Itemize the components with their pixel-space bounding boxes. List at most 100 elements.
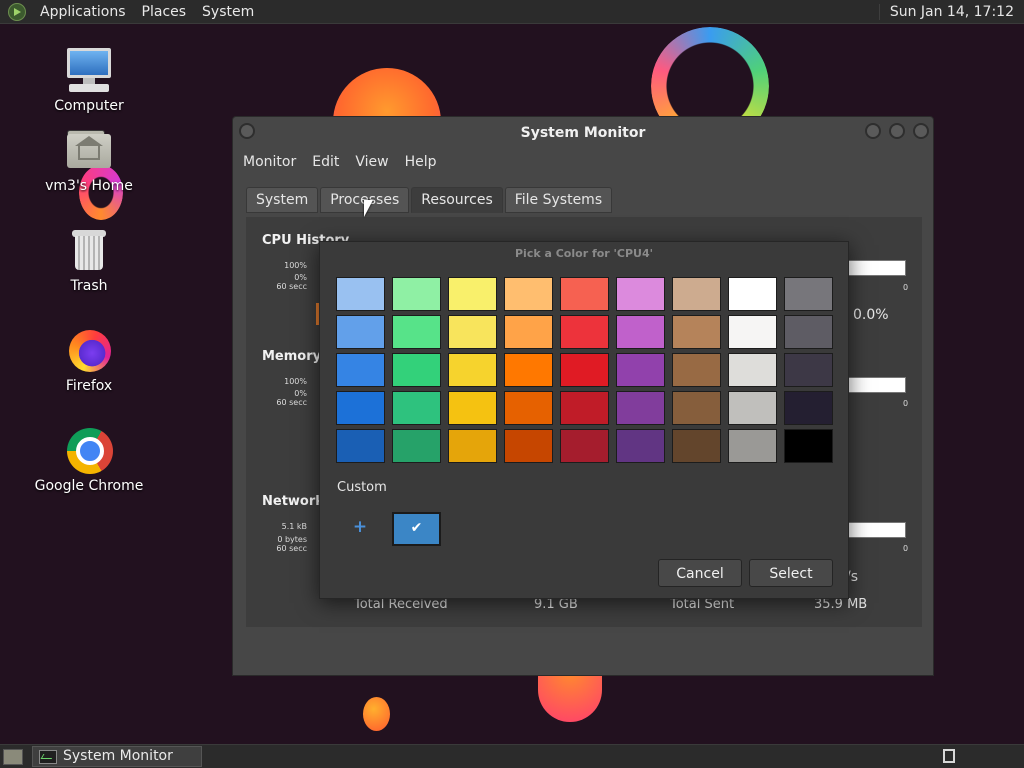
taskbar-item-label: System Monitor xyxy=(63,748,173,764)
applications-menu[interactable]: Applications xyxy=(32,4,134,20)
color-swatch[interactable] xyxy=(560,315,609,349)
color-swatch[interactable] xyxy=(784,391,833,425)
color-swatch[interactable] xyxy=(504,429,553,463)
custom-colors-label: Custom xyxy=(337,480,387,495)
color-swatch[interactable] xyxy=(560,429,609,463)
color-swatch[interactable] xyxy=(336,315,385,349)
select-button[interactable]: Select xyxy=(749,559,833,587)
maximize-icon[interactable] xyxy=(889,123,905,139)
window-titlebar[interactable]: System Monitor xyxy=(233,117,933,149)
mem-axis-min: 0% xyxy=(294,389,307,398)
trash-applet-icon[interactable] xyxy=(943,749,955,763)
system-menu[interactable]: System xyxy=(194,4,262,20)
color-swatch[interactable] xyxy=(672,315,721,349)
window-title: System Monitor xyxy=(520,125,646,141)
mem-axis-time: 60 secc xyxy=(276,398,307,407)
distro-logo-icon[interactable] xyxy=(8,2,26,21)
tab-file-systems[interactable]: File Systems xyxy=(504,187,613,213)
color-swatch[interactable] xyxy=(672,429,721,463)
tab-system[interactable]: System xyxy=(246,187,319,213)
home-folder-icon xyxy=(65,126,113,174)
color-swatch[interactable] xyxy=(784,277,833,311)
memory-graph-zero: 0 xyxy=(903,399,909,408)
top-panel: Applications Places System Sun Jan 14, 1… xyxy=(0,0,1024,24)
mouse-cursor-icon xyxy=(364,200,373,217)
color-swatch[interactable] xyxy=(392,429,441,463)
minimize-icon[interactable] xyxy=(865,123,881,139)
color-swatch[interactable] xyxy=(392,277,441,311)
color-swatch[interactable] xyxy=(672,277,721,311)
add-custom-color-button[interactable]: + xyxy=(351,518,369,536)
color-swatch[interactable] xyxy=(784,429,833,463)
network-graph-zero: 0 xyxy=(903,544,909,553)
color-swatch[interactable] xyxy=(504,391,553,425)
clock[interactable]: Sun Jan 14, 17:12 xyxy=(878,3,1024,20)
color-swatch[interactable] xyxy=(728,277,777,311)
color-swatch[interactable] xyxy=(336,391,385,425)
cancel-button[interactable]: Cancel xyxy=(658,559,742,587)
color-swatch[interactable] xyxy=(448,391,497,425)
color-swatch[interactable] xyxy=(448,315,497,349)
color-swatch[interactable] xyxy=(336,429,385,463)
cpu-graph-zero: 0 xyxy=(903,283,909,292)
color-swatch[interactable] xyxy=(560,277,609,311)
taskbar-item-system-monitor[interactable]: System Monitor xyxy=(32,746,202,767)
checkmark-icon: ✔ xyxy=(410,520,423,536)
tab-resources[interactable]: Resources xyxy=(411,187,503,213)
color-swatch[interactable] xyxy=(672,353,721,387)
color-swatch[interactable] xyxy=(392,391,441,425)
color-swatch[interactable] xyxy=(448,353,497,387)
color-swatch[interactable] xyxy=(728,391,777,425)
network-graph xyxy=(846,522,906,538)
custom-color-swatch[interactable]: ✔ xyxy=(392,512,441,546)
color-swatch[interactable] xyxy=(616,391,665,425)
color-swatch[interactable] xyxy=(728,429,777,463)
bottom-panel: System Monitor xyxy=(0,744,1024,768)
menu-view[interactable]: View xyxy=(347,154,396,170)
desktop-icon-firefox[interactable]: Firefox xyxy=(34,326,144,394)
desktop-icon-trash[interactable]: Trash xyxy=(34,226,144,294)
memory-graph xyxy=(846,377,906,393)
color-swatch[interactable] xyxy=(784,315,833,349)
cpu-axis-time: 60 secc xyxy=(276,282,307,291)
color-swatch[interactable] xyxy=(504,277,553,311)
total-received-label: Total Received xyxy=(354,597,448,612)
firefox-icon xyxy=(65,326,113,374)
color-swatch[interactable] xyxy=(336,277,385,311)
color-swatch[interactable] xyxy=(504,353,553,387)
close-icon[interactable] xyxy=(913,123,929,139)
color-swatch[interactable] xyxy=(616,429,665,463)
desktop-icon-computer[interactable]: Computer xyxy=(34,46,144,114)
window-menu-icon[interactable] xyxy=(239,123,255,139)
color-swatch[interactable] xyxy=(728,315,777,349)
color-swatch[interactable] xyxy=(448,277,497,311)
color-swatch[interactable] xyxy=(392,315,441,349)
desktop-icon-chrome[interactable]: Google Chrome xyxy=(34,426,144,494)
color-swatch[interactable] xyxy=(616,315,665,349)
color-swatch[interactable] xyxy=(560,353,609,387)
trash-icon xyxy=(65,226,113,274)
cpu-usage-value: 0.0% xyxy=(853,307,889,323)
color-swatch[interactable] xyxy=(672,391,721,425)
wallpaper-bottom-blob xyxy=(538,672,602,722)
color-swatch[interactable] xyxy=(392,353,441,387)
desktop-icon-home[interactable]: vm3's Home xyxy=(34,126,144,194)
color-swatch[interactable] xyxy=(560,391,609,425)
color-swatch[interactable] xyxy=(728,353,777,387)
menu-monitor[interactable]: Monitor xyxy=(235,154,304,170)
places-menu[interactable]: Places xyxy=(134,4,195,20)
computer-icon xyxy=(65,46,113,94)
color-swatch[interactable] xyxy=(336,353,385,387)
menu-edit[interactable]: Edit xyxy=(304,154,347,170)
color-swatch[interactable] xyxy=(504,315,553,349)
color-swatch[interactable] xyxy=(784,353,833,387)
cpu-graph xyxy=(846,260,906,276)
color-swatch[interactable] xyxy=(448,429,497,463)
color-swatch[interactable] xyxy=(616,277,665,311)
menu-help[interactable]: Help xyxy=(397,154,445,170)
total-sent-label: Total Sent xyxy=(670,597,735,612)
desktop-icon-label: Google Chrome xyxy=(34,478,144,494)
color-picker-title: Pick a Color for 'CPU4' xyxy=(514,247,653,260)
color-swatch[interactable] xyxy=(616,353,665,387)
show-desktop-icon[interactable] xyxy=(3,749,23,765)
